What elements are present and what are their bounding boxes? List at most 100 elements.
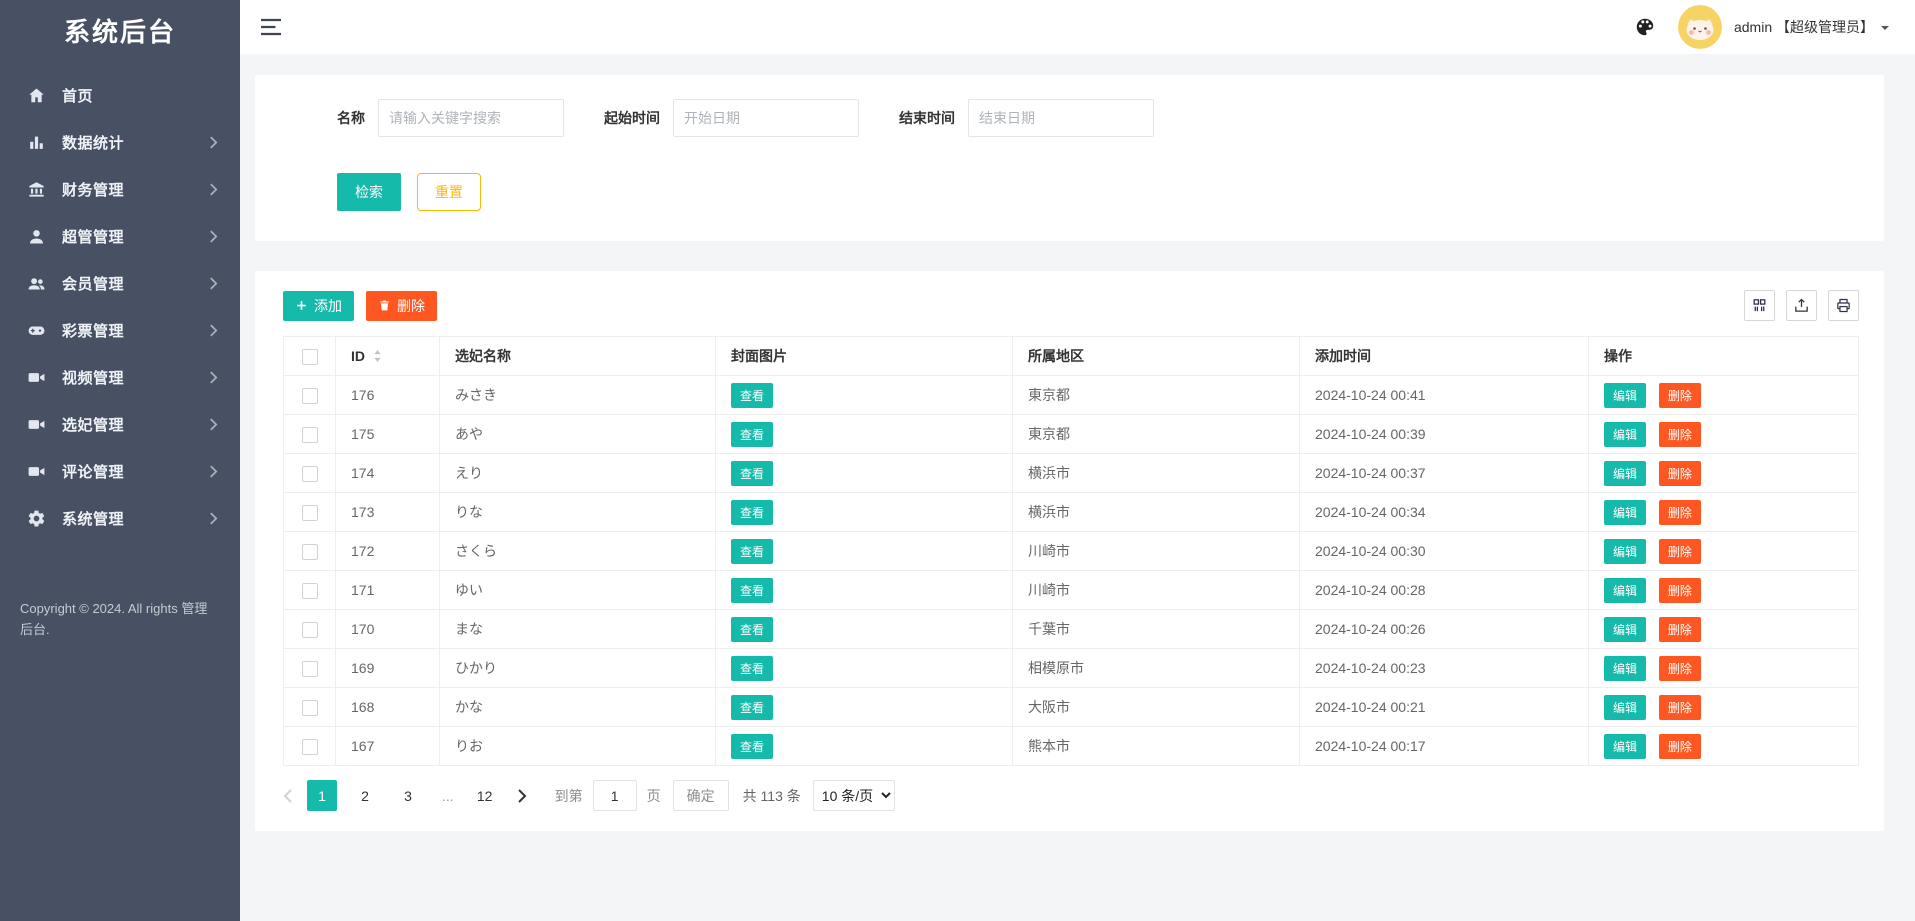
edit-button[interactable]: 编辑 <box>1604 421 1647 447</box>
cell-ops: 编辑 删除 <box>1588 492 1859 532</box>
cell-ops: 编辑 删除 <box>1588 687 1859 727</box>
pagination-page[interactable]: 1 <box>307 780 337 811</box>
sidebar-item[interactable]: 超管管理 <box>0 213 240 260</box>
edit-button[interactable]: 编辑 <box>1604 694 1647 720</box>
row-delete-button[interactable]: 删除 <box>1658 616 1701 642</box>
theme-palette-icon[interactable] <box>1634 16 1656 38</box>
row-delete-button[interactable]: 删除 <box>1658 460 1701 486</box>
goto-suffix-label: 页 <box>646 787 661 804</box>
filter-columns-icon[interactable] <box>1744 290 1775 321</box>
edit-button[interactable]: 编辑 <box>1604 616 1647 642</box>
video-icon <box>27 368 46 387</box>
goto-page-input[interactable] <box>592 780 637 811</box>
sidebar-item[interactable]: 评论管理 <box>0 448 240 495</box>
reset-button[interactable]: 重置 <box>417 173 481 211</box>
topbar: admin 【超级管理员】 <box>240 0 1915 54</box>
edit-button[interactable]: 编辑 <box>1604 577 1647 603</box>
user-avatar[interactable] <box>1677 5 1722 49</box>
start-date-input[interactable] <box>673 99 859 137</box>
sidebar-item-label: 会员管理 <box>62 276 125 293</box>
pagination-page[interactable]: 2 <box>350 780 380 811</box>
row-checkbox-cell <box>283 570 336 610</box>
row-checkbox[interactable] <box>301 660 318 677</box>
pagination-next-icon[interactable] <box>517 788 527 803</box>
export-icon[interactable] <box>1786 290 1817 321</box>
view-cover-button[interactable]: 查看 <box>731 733 774 759</box>
row-delete-button[interactable]: 删除 <box>1658 577 1701 603</box>
edit-button[interactable]: 编辑 <box>1604 382 1647 408</box>
view-cover-button[interactable]: 查看 <box>731 499 774 525</box>
chevron-right-icon <box>209 418 218 431</box>
name-input[interactable] <box>378 99 564 137</box>
cell-name: みさき <box>439 375 716 415</box>
row-delete-button[interactable]: 删除 <box>1658 694 1701 720</box>
sidebar-item[interactable]: 会员管理 <box>0 260 240 307</box>
view-cover-button[interactable]: 查看 <box>731 655 774 681</box>
column-header-id: ID <box>335 336 440 376</box>
row-checkbox[interactable] <box>301 387 318 404</box>
sidebar-item[interactable]: 视频管理 <box>0 354 240 401</box>
view-cover-button[interactable]: 查看 <box>731 460 774 486</box>
select-all-checkbox[interactable] <box>301 348 318 365</box>
content: 名称 起始时间 结束时间 检索 重置 <box>240 54 1915 831</box>
gear-icon <box>27 509 46 528</box>
topbar-right: admin 【超级管理员】 <box>1634 5 1889 49</box>
cell-time: 2024-10-24 00:37 <box>1299 453 1589 493</box>
search-button[interactable]: 检索 <box>337 173 401 211</box>
goto-confirm-button[interactable]: 确定 <box>672 780 729 811</box>
page-size-select[interactable]: 10 条/页 <box>812 780 895 811</box>
sidebar-item[interactable]: 财务管理 <box>0 166 240 213</box>
view-cover-button[interactable]: 查看 <box>731 694 774 720</box>
row-delete-button[interactable]: 删除 <box>1658 499 1701 525</box>
row-delete-button[interactable]: 删除 <box>1658 382 1701 408</box>
edit-button[interactable]: 编辑 <box>1604 655 1647 681</box>
edit-button[interactable]: 编辑 <box>1604 733 1647 759</box>
end-date-input[interactable] <box>968 99 1154 137</box>
row-delete-button[interactable]: 删除 <box>1658 538 1701 564</box>
user-menu[interactable]: admin 【超级管理员】 <box>1734 17 1889 37</box>
edit-button[interactable]: 编辑 <box>1604 538 1647 564</box>
row-checkbox[interactable] <box>301 504 318 521</box>
row-delete-button[interactable]: 删除 <box>1658 421 1701 447</box>
menu-collapse-icon[interactable] <box>260 18 282 36</box>
cell-cover: 查看 <box>715 531 1013 571</box>
cell-cover: 查看 <box>715 492 1013 532</box>
row-delete-button[interactable]: 删除 <box>1658 655 1701 681</box>
view-cover-button[interactable]: 查看 <box>731 577 774 603</box>
row-checkbox[interactable] <box>301 699 318 716</box>
pagination-page[interactable]: 3 <box>393 780 423 811</box>
print-icon[interactable] <box>1828 290 1859 321</box>
cell-name: りな <box>439 492 716 532</box>
row-checkbox[interactable] <box>301 738 318 755</box>
row-checkbox-cell <box>283 648 336 688</box>
row-delete-button[interactable]: 删除 <box>1658 733 1701 759</box>
edit-button[interactable]: 编辑 <box>1604 499 1647 525</box>
cell-ops: 编辑 删除 <box>1588 531 1859 571</box>
pagination-prev-icon[interactable] <box>283 788 293 803</box>
batch-delete-button[interactable]: 删除 <box>366 290 437 321</box>
table-row: 172 さくら 查看 川崎市 2024-10-24 00:30 编辑 删除 <box>283 531 1859 571</box>
add-button[interactable]: 添加 <box>283 290 354 321</box>
pagination: 123...12 到第 页 确定 共 113 条 10 条/页 <box>283 780 1859 811</box>
sort-icon[interactable] <box>373 349 382 363</box>
row-checkbox[interactable] <box>301 543 318 560</box>
sidebar-item[interactable]: 选妃管理 <box>0 401 240 448</box>
edit-button[interactable]: 编辑 <box>1604 460 1647 486</box>
cell-name: えり <box>439 453 716 493</box>
row-checkbox[interactable] <box>301 426 318 443</box>
row-checkbox[interactable] <box>301 582 318 599</box>
pagination-page[interactable]: 12 <box>470 780 500 811</box>
sidebar-item[interactable]: 数据统计 <box>0 119 240 166</box>
row-checkbox[interactable] <box>301 621 318 638</box>
view-cover-button[interactable]: 查看 <box>731 421 774 447</box>
view-cover-button[interactable]: 查看 <box>731 382 774 408</box>
sidebar-item[interactable]: 首页 <box>0 72 240 119</box>
chevron-right-icon <box>209 465 218 478</box>
column-header-region: 所属地区 <box>1012 336 1300 376</box>
view-cover-button[interactable]: 查看 <box>731 538 774 564</box>
sidebar-item[interactable]: 彩票管理 <box>0 307 240 354</box>
sidebar-item[interactable]: 系统管理 <box>0 495 240 542</box>
row-checkbox[interactable] <box>301 465 318 482</box>
cell-id: 176 <box>335 375 440 415</box>
view-cover-button[interactable]: 查看 <box>731 616 774 642</box>
